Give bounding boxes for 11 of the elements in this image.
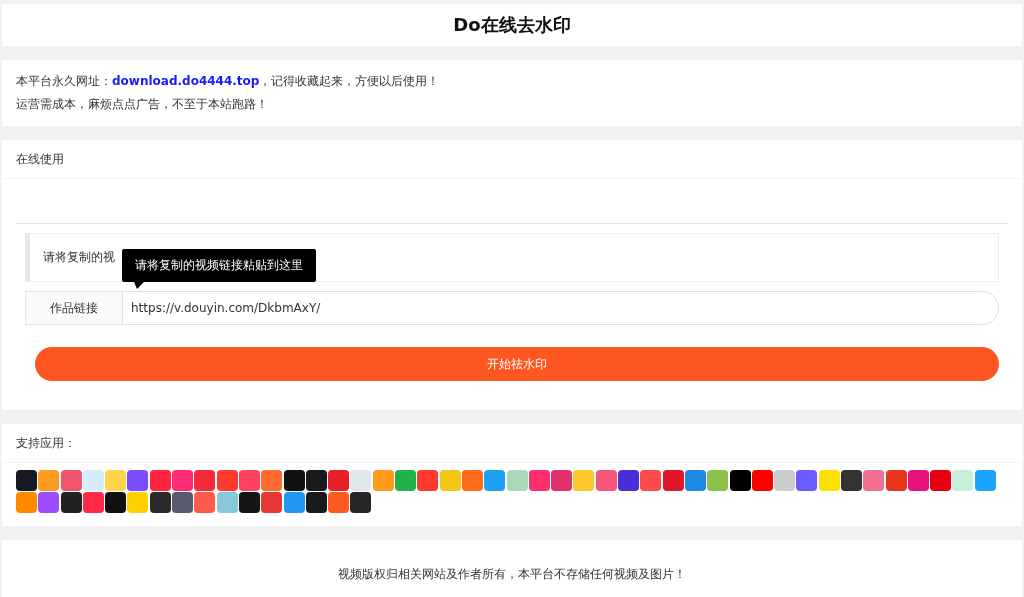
site-title: Do在线去水印 [453, 13, 571, 37]
footer-text: 视频版权归相关网站及作者所有，本平台不存储任何视频及图片！ [338, 566, 686, 583]
section-heading: 在线使用 [16, 150, 64, 168]
tooltip: 请将复制的视频链接粘贴到这里 [122, 249, 316, 282]
notice-text: 本平台永久网址：download.do4444.top，记得收藏起来，方便以后使用！ [16, 73, 441, 90]
site-link[interactable]: download.do4444.top [112, 74, 260, 88]
section-heading: 支持应用： [16, 434, 76, 452]
link-input-field[interactable]: https://v.douyin.com/DkbmAxY/ [122, 291, 999, 325]
notice-text: 运营需成本，麻烦点点广告，不至于本站跑路！ [16, 96, 269, 113]
tooltip-pointer-icon [134, 282, 144, 289]
field-label: 作品链接 [25, 291, 122, 325]
